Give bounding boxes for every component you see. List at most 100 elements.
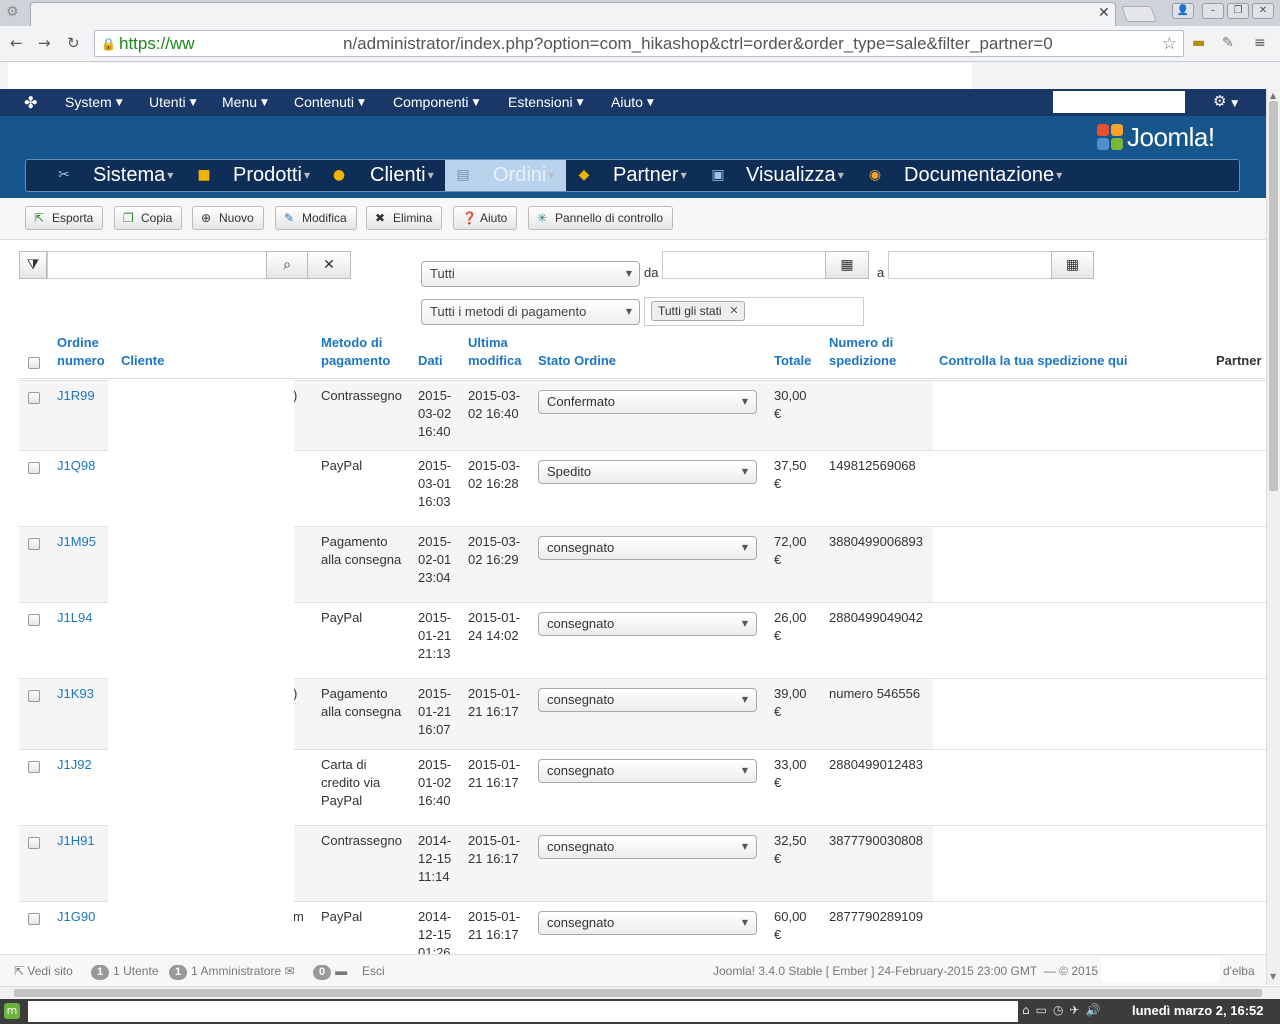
tab-close-icon[interactable]: ✕ bbox=[1098, 5, 1110, 21]
joomla-logo-icon[interactable]: ✤ bbox=[24, 93, 37, 112]
hikanav-ordini[interactable]: ▤ Ordini ▼ bbox=[445, 160, 566, 191]
scroll-down-icon[interactable]: ▼ bbox=[1270, 972, 1276, 981]
admins-online[interactable]: 11 Amministratore ✉ bbox=[169, 964, 295, 980]
gear-icon[interactable]: ⚙ ▼ bbox=[1213, 92, 1238, 110]
filter-icon[interactable]: ⧩ bbox=[19, 251, 47, 279]
dashboard-button[interactable]: ✳ Pannello di controllo bbox=[528, 206, 674, 230]
reload-icon[interactable]: ↻ bbox=[67, 34, 80, 52]
hikanav-documentazione[interactable]: ◉ Documentazione ▼ bbox=[861, 160, 1101, 191]
order-number-link[interactable]: J1G90 bbox=[57, 908, 95, 926]
period-select[interactable]: Tutti ▼ bbox=[421, 261, 640, 287]
menu-help[interactable]: Aiuto ▼ bbox=[611, 94, 654, 110]
scrollbar-thumb[interactable] bbox=[14, 989, 1262, 997]
order-number-link[interactable]: J1J92 bbox=[57, 756, 92, 774]
scrollbar-thumb[interactable] bbox=[1269, 101, 1278, 491]
hikanav-prodotti[interactable]: ■ Prodotti ▼ bbox=[186, 160, 321, 191]
order-status-select[interactable]: consegnato ▼ bbox=[538, 536, 757, 560]
order-number-link[interactable]: J1K93 bbox=[57, 685, 94, 703]
col-track-shipment[interactable]: Controlla la tua spedizione qui bbox=[939, 352, 1128, 370]
calendar-icon[interactable]: ▦ bbox=[1051, 251, 1094, 279]
payment-method-select[interactable]: Tutti i metodi di pagamento ▼ bbox=[421, 299, 640, 325]
row-checkbox[interactable] bbox=[28, 761, 40, 773]
date-to-input[interactable] bbox=[888, 251, 1052, 279]
close-window-icon[interactable]: ✕ bbox=[1252, 3, 1274, 19]
col-shipping-number[interactable]: Numero di spedizione bbox=[829, 334, 896, 370]
export-button[interactable]: ⇱ Esporta bbox=[25, 206, 104, 230]
back-icon[interactable]: ← bbox=[10, 34, 23, 52]
maximize-icon[interactable]: ❐ bbox=[1227, 3, 1249, 19]
order-number-link[interactable]: J1L94 bbox=[57, 609, 92, 627]
col-date[interactable]: Dati bbox=[418, 352, 443, 370]
order-status-select[interactable]: Spedito ▼ bbox=[538, 460, 757, 484]
badge: 1 bbox=[169, 965, 188, 980]
minimize-icon[interactable]: – bbox=[1202, 3, 1224, 19]
hikanav-clienti[interactable]: ● Clienti ▼ bbox=[321, 160, 445, 191]
new-tab-button[interactable] bbox=[1121, 6, 1157, 22]
user-icon[interactable]: 👤 bbox=[1172, 3, 1194, 19]
col-total[interactable]: Totale bbox=[774, 352, 811, 370]
forward-icon[interactable]: → bbox=[38, 34, 51, 52]
date-from-input[interactable] bbox=[662, 251, 826, 279]
view-site-link[interactable]: ⇱ Vedi sito bbox=[14, 964, 73, 978]
star-icon[interactable]: ☆ bbox=[1162, 34, 1177, 54]
copy-button[interactable]: ❐ Copia bbox=[114, 206, 183, 230]
extension-icon[interactable]: ▬ bbox=[1192, 35, 1205, 51]
menu-users[interactable]: Utenti ▼ bbox=[149, 94, 197, 110]
row-checkbox[interactable] bbox=[28, 837, 40, 849]
order-status-select[interactable]: Confermato ▼ bbox=[538, 390, 757, 414]
horizontal-scrollbar[interactable] bbox=[0, 986, 1280, 999]
scroll-up-icon[interactable]: ▲ bbox=[1270, 91, 1276, 100]
order-status-select[interactable]: consegnato ▼ bbox=[538, 911, 757, 935]
address-bar[interactable]: 🔒 https://ww n/administrator/index.php?o… bbox=[94, 30, 1184, 57]
hikanav-visualizza[interactable]: ▣ Visualizza ▼ bbox=[701, 160, 861, 191]
search-input[interactable] bbox=[47, 251, 267, 279]
row-checkbox[interactable] bbox=[28, 913, 40, 925]
messages-count[interactable]: 0 ▬ bbox=[313, 964, 347, 980]
col-customer[interactable]: Cliente bbox=[121, 352, 164, 370]
col-payment[interactable]: Metodo di pagamento bbox=[321, 334, 390, 370]
order-status-select[interactable]: consegnato ▼ bbox=[538, 759, 757, 783]
clear-search-icon[interactable]: ✕ bbox=[307, 251, 351, 279]
hikanav-partner[interactable]: ◆ Partner ▼ bbox=[566, 160, 701, 191]
new-button[interactable]: ⊕ Nuovo bbox=[192, 206, 264, 230]
help-button[interactable]: ❓ Aiuto bbox=[453, 206, 518, 230]
col-order-number[interactable]: Ordine numero bbox=[57, 334, 105, 370]
hikanav-sistema[interactable]: ✂ Sistema ▼ bbox=[26, 160, 186, 191]
menu-menus[interactable]: Menu ▼ bbox=[222, 94, 268, 110]
menu-components[interactable]: Componenti ▼ bbox=[393, 94, 479, 110]
order-number-link[interactable]: J1Q98 bbox=[57, 457, 95, 475]
row-checkbox[interactable] bbox=[28, 538, 40, 550]
row-checkbox[interactable] bbox=[28, 462, 40, 474]
menu-system[interactable]: System ▼ bbox=[65, 94, 123, 110]
remove-chip-icon[interactable]: ✕ bbox=[729, 302, 738, 320]
tray-icons[interactable]: ⌂▭◷✈🔊 bbox=[1022, 1003, 1106, 1017]
start-menu-icon[interactable]: m bbox=[4, 1003, 20, 1019]
row-checkbox[interactable] bbox=[28, 690, 40, 702]
order-date: 2015- 03-02 16:40 bbox=[418, 388, 452, 439]
search-icon[interactable]: ⌕ bbox=[266, 251, 308, 279]
order-number-link[interactable]: J1M95 bbox=[57, 533, 96, 551]
menu-content[interactable]: Contenuti ▼ bbox=[294, 94, 365, 110]
status-multiselect[interactable]: Tutti gli stati ✕ bbox=[644, 297, 864, 326]
order-status-select[interactable]: consegnato ▼ bbox=[538, 612, 757, 636]
order-number-link[interactable]: J1R99 bbox=[57, 387, 95, 405]
edit-button[interactable]: ✎ Modifica bbox=[275, 206, 357, 230]
browser-menu-icon[interactable]: ≡ bbox=[1254, 35, 1266, 51]
pen-icon[interactable]: ✎ bbox=[1222, 35, 1234, 51]
delete-button[interactable]: ✖ Elimina bbox=[366, 206, 443, 230]
order-status-select[interactable]: consegnato ▼ bbox=[538, 835, 757, 859]
col-modified[interactable]: Ultima modifica bbox=[468, 334, 521, 370]
menu-extensions[interactable]: Estensioni ▼ bbox=[508, 94, 584, 110]
browser-tab[interactable] bbox=[30, 2, 1116, 26]
logout-link[interactable]: Esci bbox=[362, 964, 385, 978]
select-all-checkbox[interactable] bbox=[28, 357, 40, 369]
calendar-icon[interactable]: ▦ bbox=[825, 251, 869, 279]
order-status-select[interactable]: consegnato ▼ bbox=[538, 688, 757, 712]
order-number-link[interactable]: J1H91 bbox=[57, 832, 95, 850]
users-online[interactable]: 11 Utente bbox=[91, 964, 159, 980]
status-chip[interactable]: Tutti gli stati ✕ bbox=[651, 301, 745, 321]
col-status[interactable]: Stato Ordine bbox=[538, 352, 616, 370]
vertical-scrollbar[interactable]: ▲ ▼ bbox=[1266, 89, 1280, 985]
row-checkbox[interactable] bbox=[28, 392, 40, 404]
row-checkbox[interactable] bbox=[28, 614, 40, 626]
